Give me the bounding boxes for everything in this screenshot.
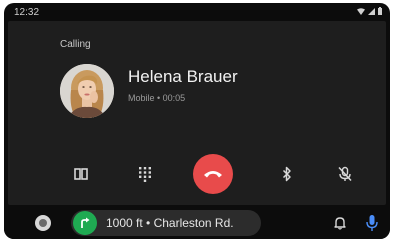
status-bar: 12:32 <box>4 3 390 21</box>
bell-icon <box>334 217 346 230</box>
turn-direction-badge <box>73 211 97 235</box>
bluetooth-icon <box>282 166 291 182</box>
home-button[interactable] <box>35 215 51 231</box>
microphone-icon <box>366 215 378 231</box>
mute-button[interactable] <box>334 163 356 185</box>
voice-assistant-button[interactable] <box>364 214 380 232</box>
call-status-label: Calling <box>60 39 91 50</box>
end-call-button[interactable] <box>193 154 233 194</box>
dialpad-toggle-icon <box>74 168 88 180</box>
keypad-icon <box>139 167 151 182</box>
call-detail: Mobile • 00:05 <box>128 93 186 103</box>
wifi-icon <box>357 7 365 15</box>
navigation-instruction: 1000 ft • Charleston Rd. <box>106 216 234 230</box>
navigation-card[interactable]: 1000 ft • Charleston Rd. <box>71 210 261 236</box>
end-call-icon <box>204 171 222 178</box>
bluetooth-button[interactable] <box>276 163 298 185</box>
contact-name: Helena Brauer <box>128 67 238 86</box>
signal-icon <box>368 7 375 15</box>
turn-right-icon <box>81 217 90 228</box>
call-controls <box>8 151 386 197</box>
status-icons <box>357 7 382 15</box>
mute-mic-icon <box>338 166 352 182</box>
bottom-nav-bar: 1000 ft • Charleston Rd. <box>4 207 390 239</box>
home-icon <box>39 219 47 227</box>
call-screen: Calling Helena Brauer Mobile • 00:05 <box>8 21 386 205</box>
status-time: 12:32 <box>14 7 40 18</box>
keypad-button[interactable] <box>134 163 156 185</box>
notifications-button[interactable] <box>332 215 348 231</box>
battery-icon <box>378 7 382 15</box>
contact-avatar <box>60 64 114 118</box>
dialpad-toggle-button[interactable] <box>70 163 92 185</box>
android-auto-screen: 12:32 Calling Helena Brauer Mobile • 00:… <box>4 3 390 239</box>
